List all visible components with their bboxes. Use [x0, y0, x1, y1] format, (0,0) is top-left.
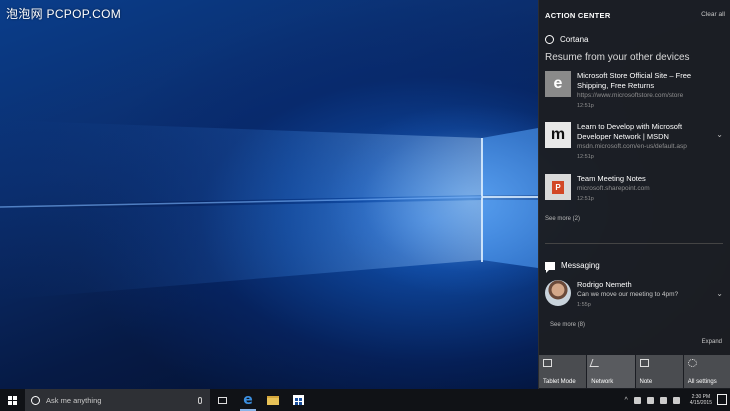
quick-action-note[interactable]: Note [635, 355, 683, 388]
quick-action-all-settings[interactable]: All settings [683, 355, 730, 388]
avatar [545, 280, 571, 306]
notification-url: https://www.microsoftstore.com/store [577, 92, 684, 99]
notification-time: 12:51p [577, 196, 594, 202]
chevron-down-icon[interactable]: ⌄ [716, 289, 723, 298]
edge-icon: e [243, 392, 253, 408]
messaging-see-more-link[interactable]: See more (8) [550, 322, 585, 328]
message-icon [545, 261, 555, 273]
messaging-label: Messaging [561, 261, 600, 270]
note-icon [639, 359, 649, 367]
task-view-icon [217, 396, 227, 404]
network-icon [589, 359, 602, 367]
system-tray: ^ 2:30 PM 4/15/2015 [624, 389, 712, 411]
search-placeholder: Ask me anything [46, 395, 102, 405]
taskbar: Ask me anything e ^ 2:30 PM 4/15/2015 [0, 389, 730, 411]
msdn-icon: m [545, 122, 571, 148]
group-divider [545, 243, 723, 244]
notification-url: msdn.microsoft.com/en-us/default.asp [577, 143, 687, 150]
clear-all-button[interactable]: Clear all [701, 11, 725, 18]
tablet-icon [543, 359, 552, 367]
store-icon [292, 395, 304, 405]
edge-taskbar-button[interactable]: e [240, 392, 256, 411]
start-button[interactable] [0, 389, 24, 411]
notification-url: microsoft.sharepoint.com [577, 185, 650, 192]
watermark-text: 泡泡网 PCPOP.COM [6, 7, 122, 21]
action-center-header: ACTION CENTER Clear all [545, 11, 725, 23]
chevron-down-icon[interactable]: ⌄ [716, 130, 723, 139]
action-center-panel: ACTION CENTER Clear all Cortana Resume f… [538, 0, 730, 389]
notification-title: Team Meeting Notes [577, 174, 646, 183]
cortana-search-box[interactable]: Ask me anything [25, 389, 210, 411]
cortana-group-header[interactable]: Cortana [545, 35, 588, 44]
action-center-title: ACTION CENTER [545, 11, 611, 20]
cortana-icon [545, 35, 554, 44]
powerpoint-icon: P [545, 174, 571, 200]
quick-action-label: Note [639, 379, 653, 385]
quick-action-label: Tablet Mode [543, 379, 576, 385]
message-sender: Rodrigo Nemeth [577, 280, 632, 289]
cortana-see-more-link[interactable]: See more (2) [545, 216, 580, 222]
file-explorer-button[interactable] [265, 392, 281, 408]
action-center-icon[interactable] [717, 394, 727, 405]
notification-item-message[interactable]: Rodrigo Nemeth Can we move our meeting t… [545, 280, 727, 314]
cortana-icon [31, 395, 40, 405]
settings-icon [687, 359, 697, 367]
quick-action-label: Network [591, 379, 614, 385]
message-text: Can we move our meeting to 4pm? [577, 291, 679, 298]
notification-time: 12:51p [577, 154, 594, 160]
quick-action-network[interactable]: Network [587, 355, 635, 388]
messaging-group-header[interactable]: Messaging [545, 261, 600, 273]
battery-icon[interactable] [659, 396, 667, 404]
edge-icon: e [545, 71, 571, 97]
notification-title: Learn to Develop with Microsoft Develope… [577, 122, 683, 141]
notification-item-store[interactable]: e Microsoft Store Official Site – Free S… [545, 71, 727, 113]
chevron-up-icon[interactable]: ^ [624, 397, 627, 404]
cortana-label: Cortana [560, 35, 589, 44]
clock-date: 4/15/2015 [689, 400, 712, 406]
expand-button[interactable]: Expand [702, 339, 722, 345]
store-button[interactable] [290, 392, 306, 408]
windows-logo-icon [7, 395, 17, 405]
powerpoint-glyph: P [552, 180, 564, 194]
microphone-icon[interactable] [198, 396, 202, 404]
notification-time: 12:51p [577, 103, 594, 109]
network-icon[interactable] [646, 396, 654, 404]
message-time: 1:55p [577, 302, 591, 308]
notification-title: Microsoft Store Official Site – Free Shi… [577, 71, 692, 90]
task-view-button[interactable] [214, 392, 230, 408]
quick-action-tablet-mode[interactable]: Tablet Mode [539, 355, 587, 388]
notification-item-meeting-notes[interactable]: P Team Meeting Notes microsoft.sharepoin… [545, 174, 727, 206]
folder-icon [267, 395, 279, 405]
resume-heading: Resume from your other devices [545, 52, 690, 63]
keyboard-icon[interactable] [672, 396, 680, 404]
quick-actions-bar: Tablet Mode Network Note All settings [539, 355, 730, 388]
quick-action-label: All settings [687, 379, 717, 385]
clock[interactable]: 2:30 PM 4/15/2015 [690, 394, 712, 406]
speaker-icon[interactable] [633, 396, 641, 404]
notification-item-msdn[interactable]: m Learn to Develop with Microsoft Develo… [545, 122, 727, 164]
